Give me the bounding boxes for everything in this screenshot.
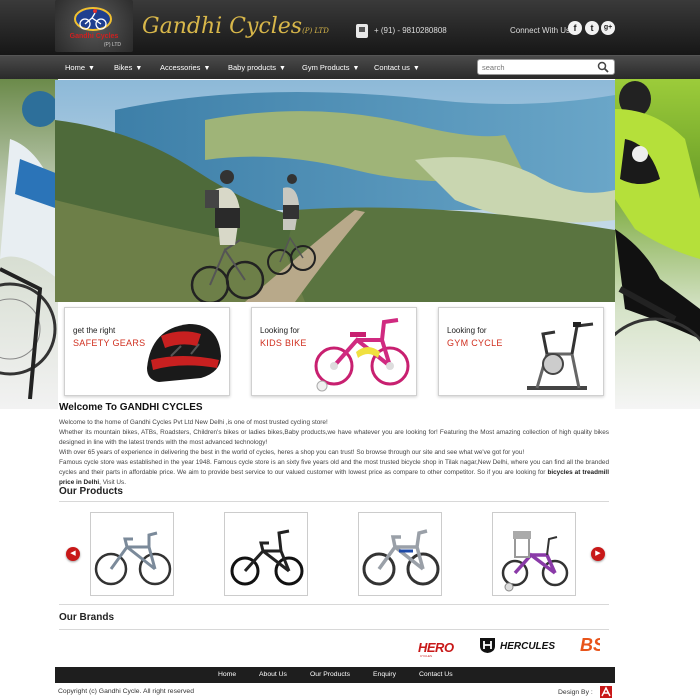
background-cyclist-left [0,79,58,409]
nav-item-label: Baby products [228,63,276,72]
background-cyclist-right [615,79,700,409]
phone-number: + (91) - 9810280808 [374,26,447,35]
kids-bike-image [501,531,569,592]
hero-banner[interactable] [55,80,615,302]
footer-link-contact[interactable]: Contact Us [419,671,453,678]
chevron-down-icon: ▼ [352,65,360,72]
bmx-bike-image [230,529,304,586]
chevron-down-icon: ▼ [135,65,143,72]
designer-logo-icon[interactable] [600,686,612,698]
promo-line2: SAFETY GEARS [73,338,146,348]
brand-hero-subtext: CYCLES [420,654,433,658]
product-card[interactable] [358,512,442,596]
welcome-paragraph-end: , Visit Us. [99,479,127,486]
welcome-paragraph: With over 65 years of experience in deli… [59,449,525,456]
footer-link-about[interactable]: About Us [259,671,287,678]
divider [59,629,609,630]
footer-link-products[interactable]: Our Products [310,671,350,678]
nav-item-bikes[interactable]: Bikes ▼ [114,63,142,72]
carousel-next-button[interactable]: ▶ [591,547,605,561]
footer-link-home[interactable]: Home [218,671,236,678]
brand-bsa-logo[interactable]: BSA [580,635,600,656]
logo-text: Gandhi Cycles [69,33,119,40]
our-products-heading: Our Products [59,486,123,497]
junior-bike-image [362,529,440,586]
promo-line1: Looking for [260,326,300,335]
site-title-suffix: (P) LTD [302,27,329,35]
site-title: Gandhi Cycles(P) LTD [142,14,329,39]
nav-item-label: Contact us [374,63,410,72]
site-header: Gandhi Cycles (P) LTD Gandhi Cycles(P) L… [0,0,700,55]
cyclist-right-illustration [615,81,700,342]
divider [59,501,609,502]
promo-line2: GYM CYCLE [447,338,503,348]
nav-item-baby-products[interactable]: Baby products ▼ [228,63,286,72]
promo-safety-gears[interactable]: get the right SAFETY GEARS [64,307,230,396]
site-logo[interactable]: Gandhi Cycles (P) LTD [55,0,133,52]
promo-line1: get the right [73,326,116,335]
nav-item-gym-products[interactable]: Gym Products ▼ [302,63,359,72]
welcome-text: Welcome to the home of Gandhi Cycles Pvt… [59,418,609,488]
welcome-paragraph: Welcome to the home of Gandhi Cycles Pvt… [59,419,328,426]
nav-item-contact[interactable]: Contact us ▼ [374,63,420,72]
design-by-label: Design By : [558,689,593,696]
welcome-paragraph: Whether its mountain bikes, ATBs, Roadst… [59,429,609,446]
nav-item-label: Bikes [114,63,133,72]
facebook-icon[interactable]: f [568,21,582,35]
nav-item-home[interactable]: Home ▼ [65,63,95,72]
our-brands-heading: Our Brands [59,612,115,623]
product-card[interactable] [90,512,174,596]
cyclist-emblem-icon [74,7,112,31]
brand-hercules-logo[interactable]: HERCULES [500,641,555,652]
promo-line2: KIDS BIKE [260,338,307,348]
search-input[interactable] [477,59,615,75]
logo-subtext: (P) LTD [103,42,121,48]
welcome-paragraph: Famous cycle store was established in th… [59,458,609,488]
nav-item-label: Accessories [160,63,201,72]
promo-line1: Looking for [447,326,487,335]
welcome-heading: Welcome To GANDHI CYCLES [59,402,203,413]
cyclist-left-illustration [0,91,58,400]
connect-label: Connect With Us [510,26,571,35]
hero-landscape-image [55,80,615,302]
gym-cycle-icon [527,322,594,390]
twitter-icon[interactable]: t [585,21,599,35]
kids-bike-icon [314,318,410,392]
carousel-prev-button[interactable]: ◀ [66,547,80,561]
brand-hero-logo[interactable]: HERO [418,640,454,655]
product-card[interactable] [224,512,308,596]
chevron-down-icon: ▼ [412,65,420,72]
promo-gym-cycle[interactable]: Looking for GYM CYCLE [438,307,604,396]
chevron-down-icon: ▼ [88,65,95,72]
copyright-text: Copyright (c) Gandhi Cycle. All right re… [58,688,194,695]
chevron-down-icon: ▼ [203,65,211,72]
footer-link-enquiry[interactable]: Enquiry [373,671,396,678]
product-card[interactable] [492,512,576,596]
google-plus-icon[interactable]: g+ [601,21,615,35]
mountain-bike-image [94,531,172,586]
helmet-icon [147,324,221,382]
divider [59,604,609,605]
phone-icon [356,24,368,38]
nav-item-label: Gym Products [302,63,350,72]
chevron-down-icon: ▼ [278,65,286,72]
welcome-paragraph-text: Famous cycle store was established in th… [59,459,609,476]
nav-item-label: Home [65,63,86,72]
search-icon[interactable] [597,61,609,73]
nav-item-accessories[interactable]: Accessories ▼ [160,63,210,72]
promo-kids-bike[interactable]: Looking for KIDS BIKE [251,307,417,396]
hercules-emblem-icon [480,638,495,653]
site-title-text: Gandhi Cycles [142,14,303,39]
